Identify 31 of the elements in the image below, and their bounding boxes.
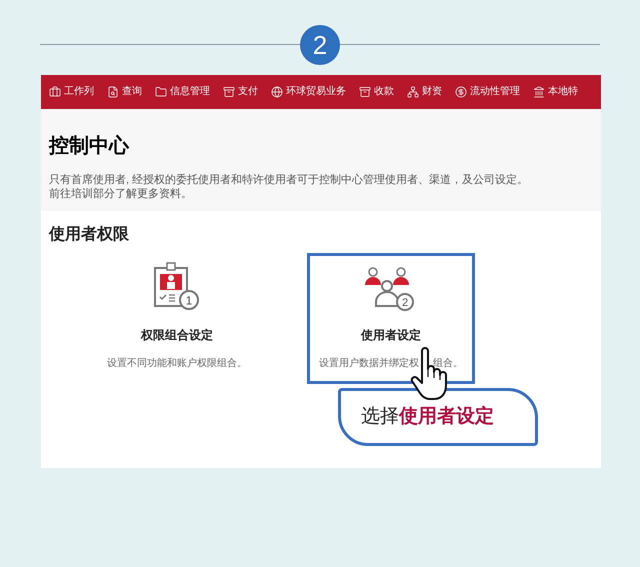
dollar-icon: [455, 86, 467, 98]
register-icon: [223, 86, 235, 98]
header-description: 前往培训部分了解更多资料。: [49, 187, 193, 201]
nav-item[interactable]: 工作列: [64, 87, 94, 97]
nav-item[interactable]: 收款: [374, 87, 394, 97]
card-title: 权限组合设定: [141, 327, 213, 344]
settings-card[interactable]: 2 使用者设定 设置用户数据并绑定权 组合。: [307, 253, 475, 384]
nav-item[interactable]: 信息管理: [170, 87, 210, 97]
hierarchy-icon: [407, 86, 419, 98]
nav-item[interactable]: 财资: [422, 87, 442, 97]
section-title: 使用者权限: [49, 224, 130, 245]
globe-icon: [271, 86, 283, 98]
register-icon: [359, 86, 371, 98]
card-description: 设置不同功能和账户权限组合。: [107, 356, 247, 371]
card-description: 设置用户数据并绑定权: [319, 356, 419, 371]
nav-item[interactable]: 查询: [122, 87, 142, 97]
nav-item[interactable]: 流动性管理: [470, 87, 520, 97]
callout-text: 选择使用者设定: [361, 404, 494, 429]
briefcase-icon: [49, 86, 61, 98]
header-description: 只有首席使用者, 经授权的委托使用者和特许使用者可于控制中心管理使用者、渠道，及公司设定。: [49, 173, 530, 187]
settings-card[interactable]: 1 权限组合设定 设置不同功能和账户权限组合。: [93, 253, 261, 384]
nav-item[interactable]: 支付: [238, 87, 258, 97]
step-number: 2: [300, 25, 340, 65]
folder-icon: [155, 86, 167, 98]
card-description: 组合。: [433, 357, 463, 371]
page-title: 控制中心: [49, 134, 130, 159]
nav-item[interactable]: 环球贸易业务: [286, 87, 346, 97]
bank-icon: [533, 86, 545, 98]
card-title: 使用者设定: [361, 327, 421, 344]
nav-item[interactable]: 本地特: [548, 87, 578, 97]
search-icon: [107, 86, 119, 98]
